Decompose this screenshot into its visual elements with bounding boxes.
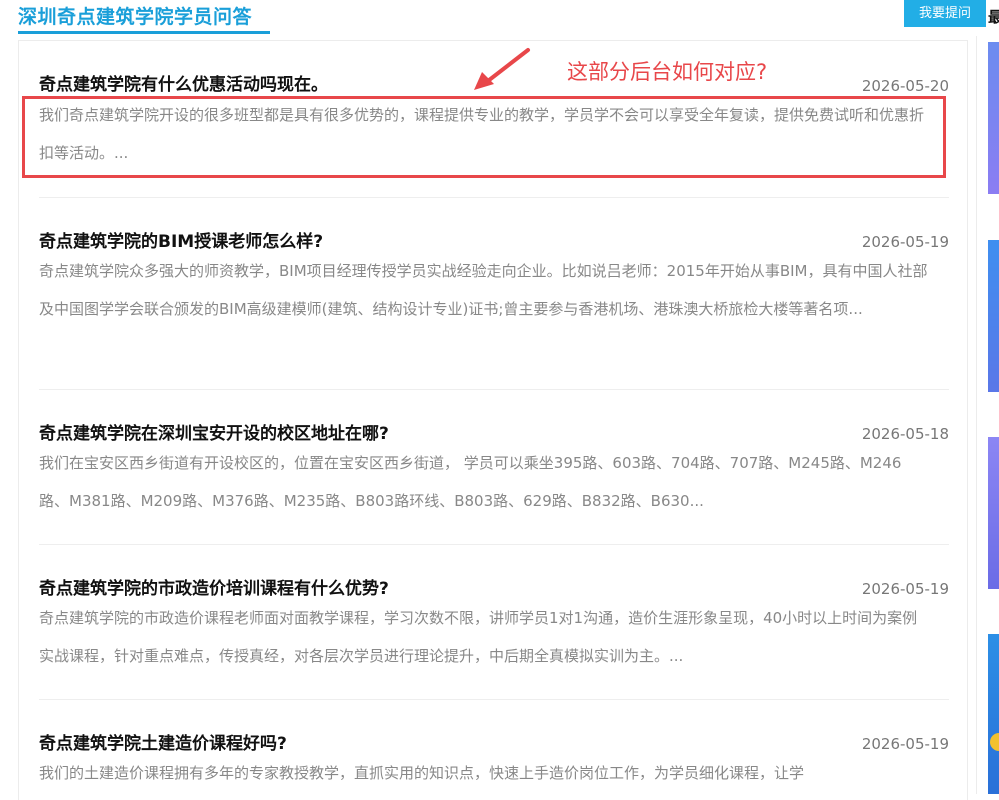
qa-item-date: 2026-05-19 [861, 735, 949, 753]
sidebar-thumbnail[interactable] [988, 437, 999, 589]
item-divider [39, 699, 949, 700]
qa-item-date: 2026-05-19 [861, 233, 949, 251]
annotation-arrow-icon [474, 48, 530, 90]
qa-item-title[interactable]: 奇点建筑学院在深圳宝安开设的校区地址在哪? [39, 419, 389, 444]
ask-question-button[interactable]: 我要提问 [904, 0, 986, 27]
section-title: 深圳奇点建筑学院学员问答 [18, 6, 253, 28]
qa-item-summary: 我们的土建造价课程拥有多年的专家教授教学，直抓实用的知识点，快速上手造价岗位工作… [39, 764, 805, 782]
qa-item-title[interactable]: 奇点建筑学院土建造价课程好吗? [39, 729, 287, 754]
qa-item-date: 2026-05-19 [861, 580, 949, 598]
right-sidebar: 最 [976, 0, 999, 794]
qa-item-title[interactable]: 奇点建筑学院的市政造价培训课程有什么优势? [39, 574, 389, 599]
right-sidebar-label: 最 [988, 8, 999, 26]
item-divider [39, 197, 949, 198]
qa-item-date: 2026-05-20 [861, 77, 949, 95]
title-underline [18, 31, 270, 34]
qa-item-summary: 奇点建筑学院的市政造价课程老师面对面教学课程，学习次数不限，讲师学员1对1沟通，… [39, 609, 918, 665]
annotation-highlight-box [22, 96, 946, 178]
item-divider [39, 389, 949, 390]
sidebar-thumbnail[interactable] [988, 634, 999, 794]
qa-item-date: 2026-05-18 [861, 425, 949, 443]
sidebar-thumbnail[interactable] [988, 240, 999, 392]
item-divider [39, 544, 949, 545]
qa-item-summary: 奇点建筑学院众多强大的师资教学，BIM项目经理传授学员实战经验走向企业。比如说吕… [39, 262, 928, 318]
qa-item-title[interactable]: 奇点建筑学院的BIM授课老师怎么样? [39, 227, 323, 252]
sidebar-thumbnail[interactable] [988, 42, 999, 194]
annotation-text: 这部分后台如何对应? [567, 60, 768, 84]
qa-item-summary: 我们在宝安区西乡街道有开设校区的，位置在宝安区西乡街道， 学员可以乘坐395路、… [39, 454, 902, 510]
qa-item-title[interactable]: 奇点建筑学院有什么优惠活动吗现在。 [39, 70, 328, 95]
section-header: 深圳奇点建筑学院学员问答 我要提问 [18, 0, 986, 36]
